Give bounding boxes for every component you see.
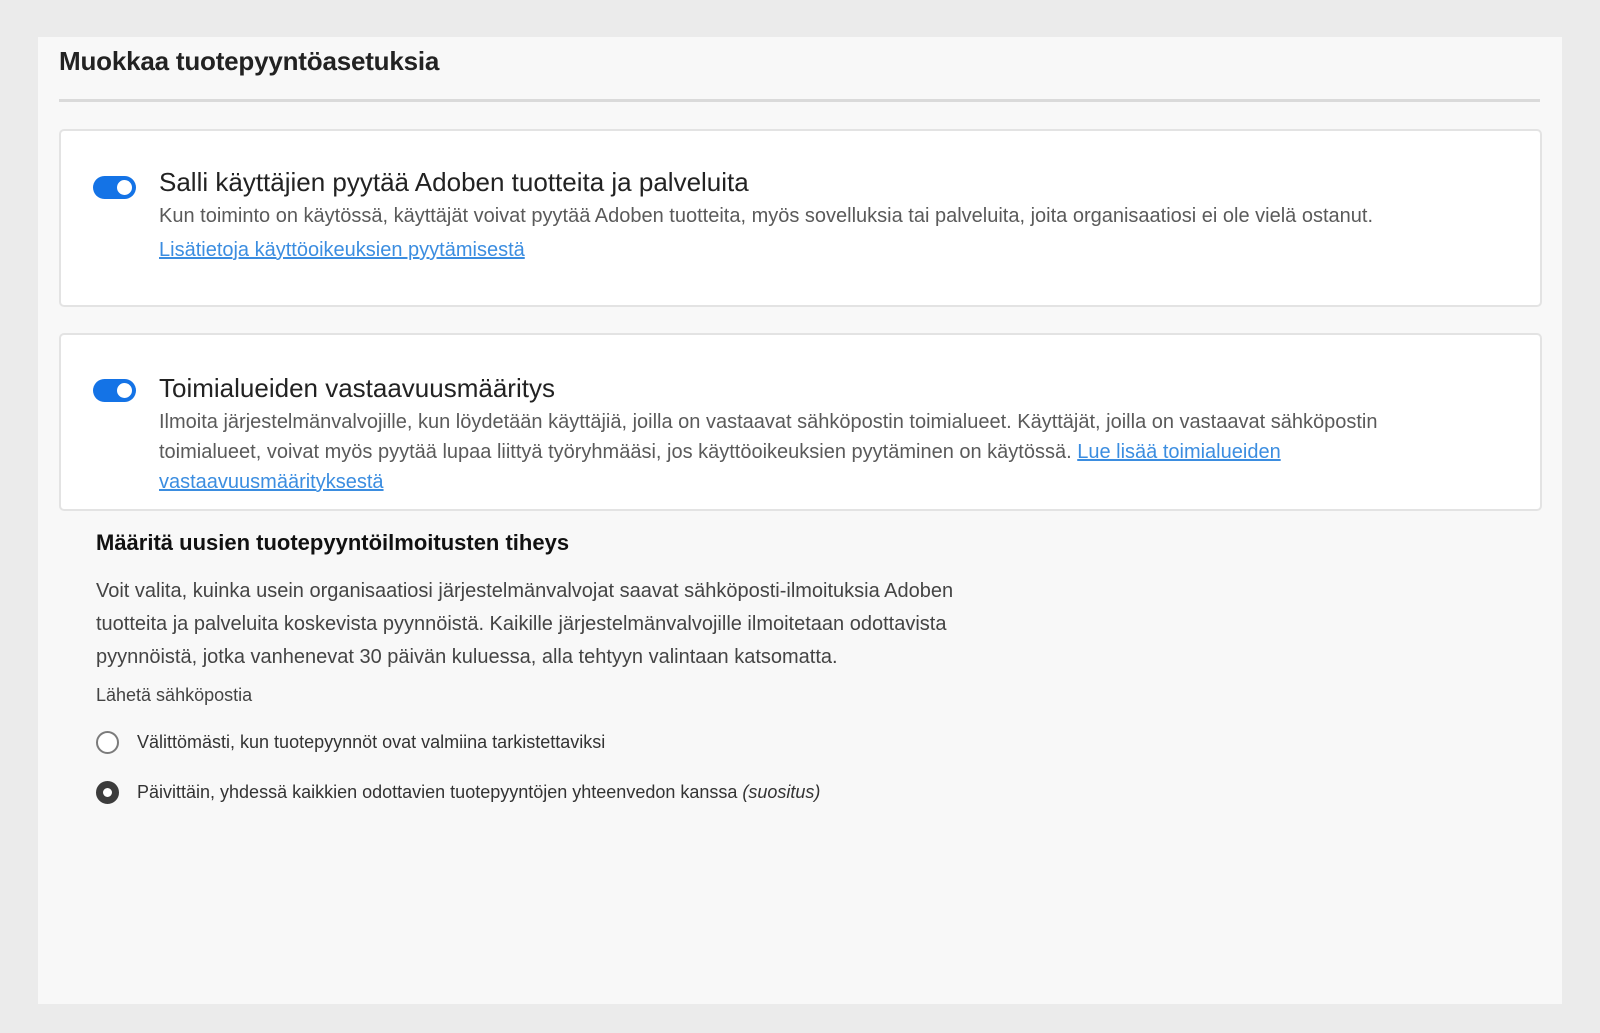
notification-frequency-section: Määritä uusien tuotepyyntöilmoitusten ti… [96, 527, 956, 812]
frequency-option-daily[interactable]: Päivittäin, yhdessä kaikkien odottavien … [96, 772, 956, 812]
settings-panel: Muokkaa tuotepyyntöasetuksia Salli käytt… [38, 37, 1562, 1004]
domain-matching-toggle[interactable] [93, 379, 136, 402]
request-products-card: Salli käyttäjien pyytää Adoben tuotteita… [59, 129, 1542, 307]
request-products-body: Salli käyttäjien pyytää Adoben tuotteita… [159, 165, 1480, 265]
frequency-option-immediately[interactable]: Välittömästi, kun tuotepyynnöt ovat valm… [96, 722, 956, 762]
recommended-note: (suositus) [742, 781, 821, 802]
frequency-description: Voit valita, kuinka usein organisaatiosi… [96, 580, 954, 668]
request-products-toggle[interactable] [93, 176, 136, 199]
domain-matching-title: Toimialueiden vastaavuusmääritys [159, 373, 555, 403]
radio-unchecked-icon[interactable] [96, 730, 119, 754]
domain-matching-body: Toimialueiden vastaavuusmääritys Ilmoita… [159, 371, 1480, 497]
request-products-learn-more-link[interactable]: Lisätietoja käyttöoikeuksien pyytämisest… [159, 235, 1480, 265]
request-products-title: Salli käyttäjien pyytää Adoben tuotteita… [159, 167, 749, 197]
frequency-title: Määritä uusien tuotepyyntöilmoitusten ti… [96, 530, 570, 555]
domain-matching-description-block: Ilmoita järjestelmänvalvojille, kun löyd… [159, 407, 1480, 497]
frequency-option-immediately-label: Välittömästi, kun tuotepyynnöt ovat valm… [137, 731, 606, 752]
send-email-label: Lähetä sähköpostia [96, 685, 253, 705]
request-products-description: Kun toiminto on käytössä, käyttäjät voiv… [159, 205, 1374, 227]
page-title: Muokkaa tuotepyyntöasetuksia [59, 46, 440, 76]
frequency-option-daily-label: Päivittäin, yhdessä kaikkien odottavien … [137, 781, 821, 802]
title-divider [59, 99, 1540, 102]
radio-checked-icon[interactable] [96, 780, 119, 804]
domain-matching-card: Toimialueiden vastaavuusmääritys Ilmoita… [59, 333, 1542, 511]
